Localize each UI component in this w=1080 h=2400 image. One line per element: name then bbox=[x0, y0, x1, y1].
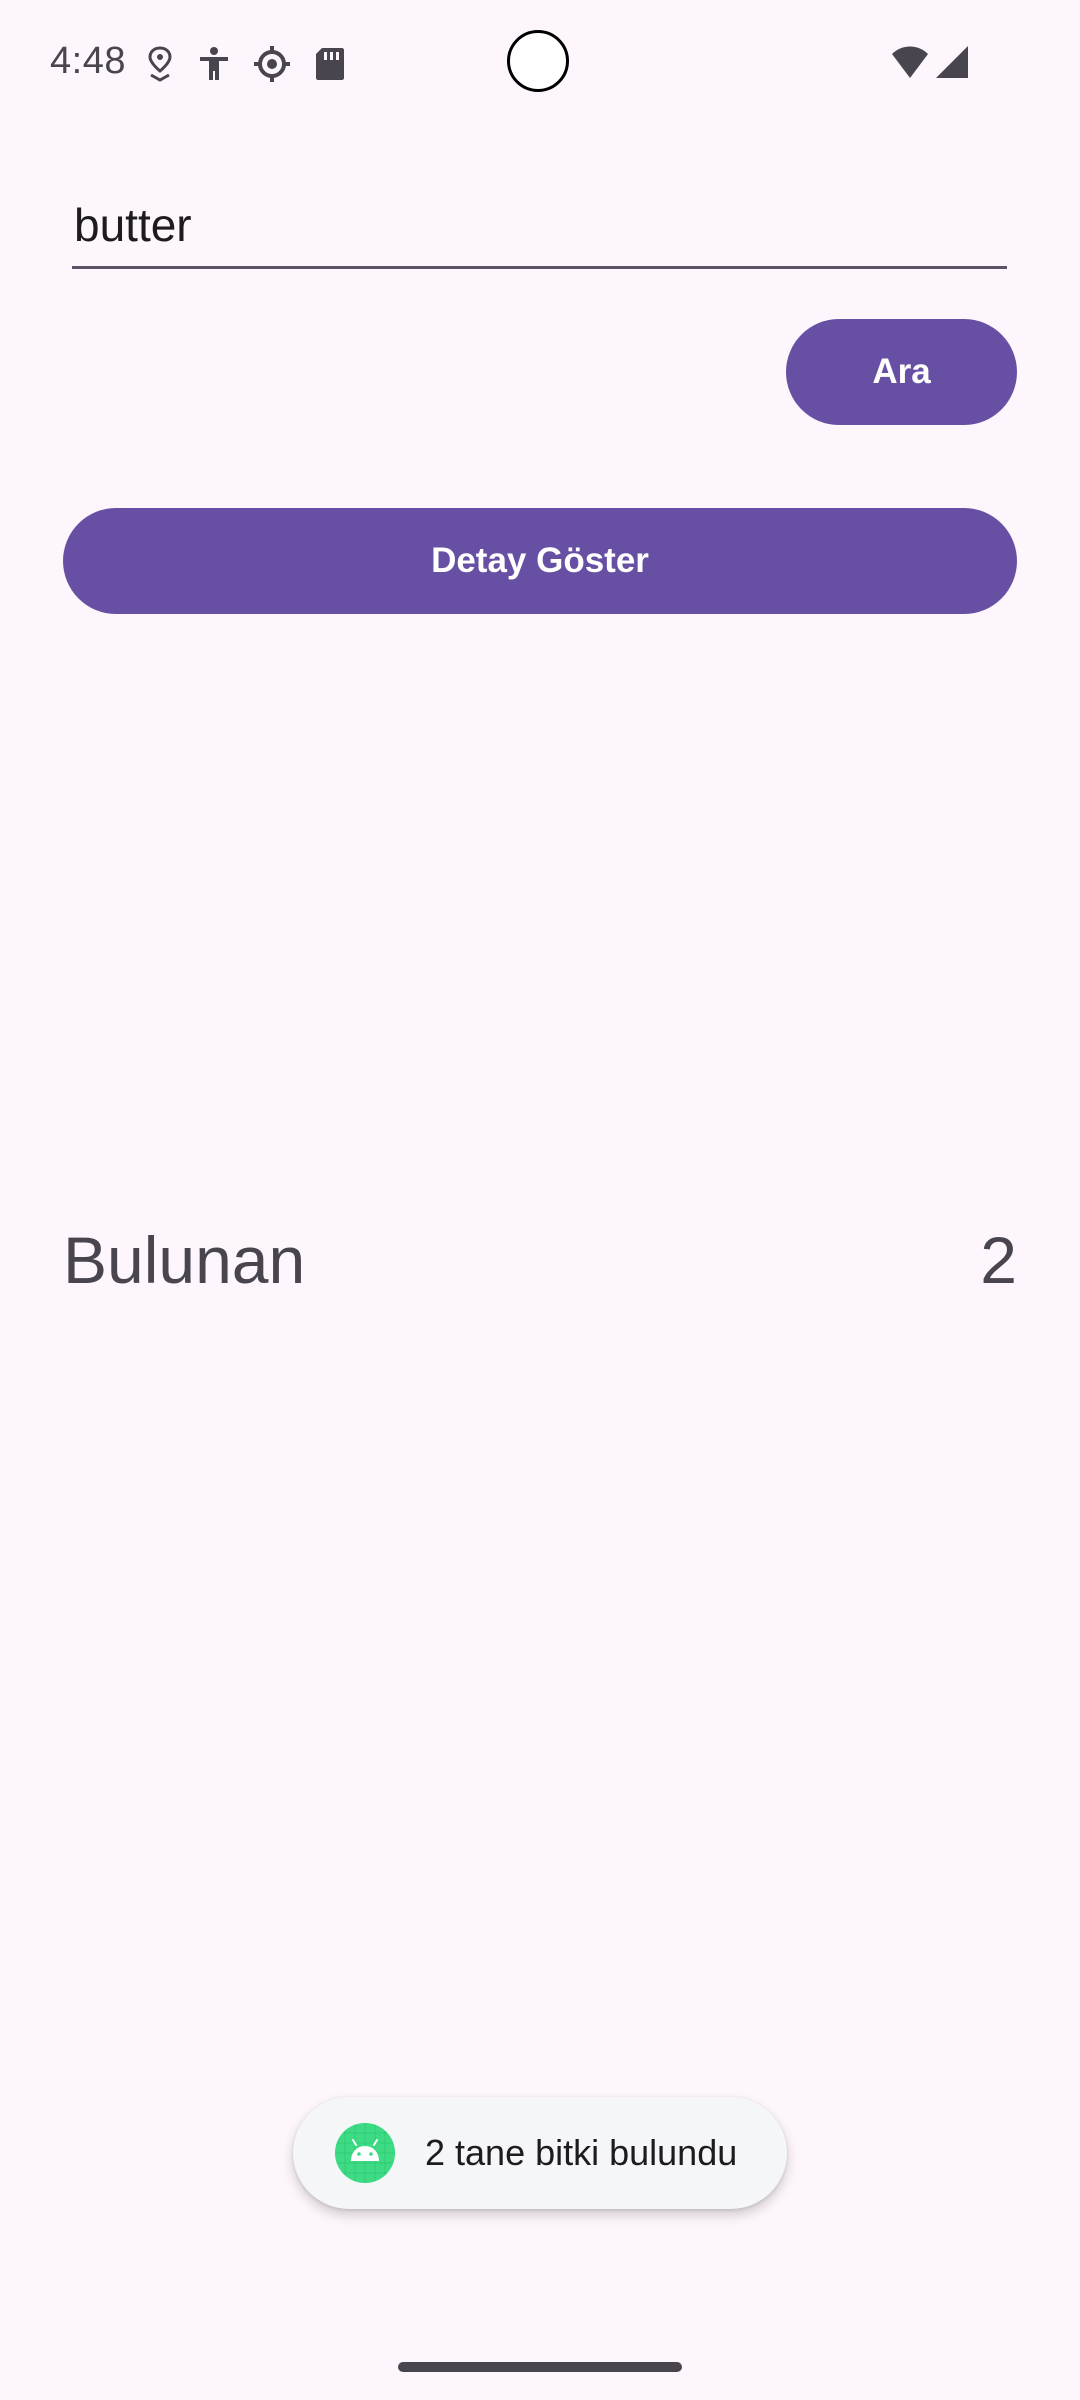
status-bar: 4:48 bbox=[0, 0, 1080, 130]
search-button[interactable]: Ara bbox=[786, 319, 1017, 425]
search-input[interactable] bbox=[72, 185, 1007, 265]
toast-message: 2 tane bitki bulundu bbox=[293, 2097, 787, 2209]
result-count: 2 bbox=[980, 1223, 1017, 1297]
status-time: 4:48 bbox=[50, 40, 126, 82]
location-pin-icon bbox=[140, 44, 180, 84]
result-label: Bulunan bbox=[63, 1223, 306, 1297]
accessibility-icon bbox=[194, 44, 234, 84]
show-detail-button[interactable]: Detay Göster bbox=[63, 508, 1017, 614]
show-detail-button-label: Detay Göster bbox=[431, 541, 649, 580]
camera-cutout bbox=[507, 30, 569, 92]
system-settings-icon bbox=[252, 44, 292, 84]
sd-card-icon bbox=[310, 44, 350, 84]
search-button-label: Ara bbox=[872, 352, 931, 391]
cell-signal-icon bbox=[932, 42, 972, 82]
wifi-icon bbox=[890, 42, 930, 82]
toast-text: 2 tane bitki bulundu bbox=[425, 2132, 738, 2173]
android-icon bbox=[335, 2123, 395, 2183]
search-field[interactable] bbox=[72, 185, 1007, 269]
gesture-nav-bar[interactable] bbox=[398, 2362, 682, 2372]
